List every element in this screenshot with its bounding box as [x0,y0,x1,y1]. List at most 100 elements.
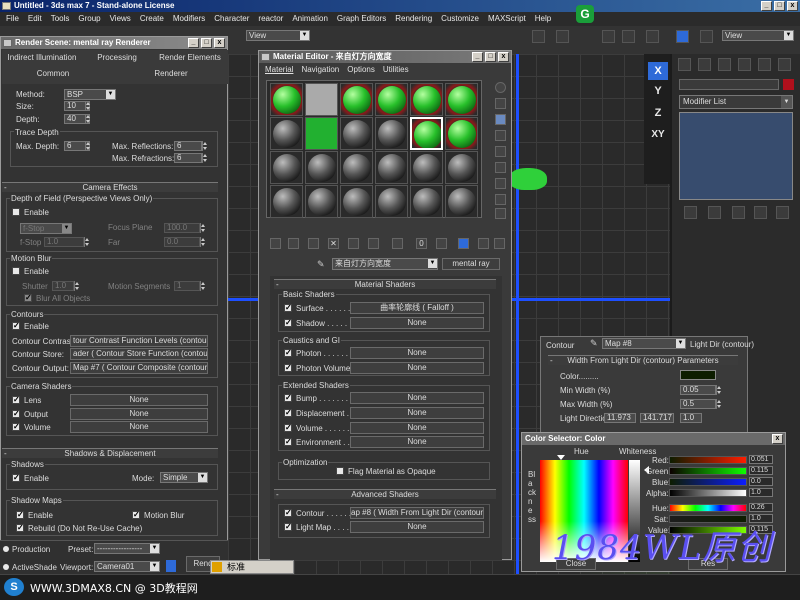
remove-modifier-icon[interactable] [754,206,767,219]
fstop-mode-dropdown[interactable]: f-Stop ▼ [20,223,72,234]
render-close-button[interactable]: x [214,38,225,48]
photon-checkbox[interactable]: ✓ [284,349,292,357]
shutter-spinner[interactable] [74,281,79,291]
axis-y-button[interactable]: Y [648,82,668,100]
menu-help[interactable]: Help [535,12,551,26]
display-tab-icon[interactable] [758,58,771,71]
video-color-check-icon[interactable] [495,146,506,157]
light-map-checkbox[interactable]: ✓ [284,523,292,531]
sample-type-icon[interactable] [495,82,506,93]
menu-file[interactable]: File [6,12,19,26]
light-dir-z-field[interactable]: 1.0 [680,413,702,423]
motion-segments-spinner[interactable] [200,281,205,291]
make-copy-icon[interactable] [348,238,359,249]
view-dropdown-right[interactable]: View ▼ [722,30,794,41]
pick-map-icon[interactable]: ✎ [590,338,600,350]
map-type-button[interactable]: Light Dir (contour) [690,340,754,349]
modifier-stack[interactable] [679,112,793,200]
put-to-library-icon[interactable] [392,238,403,249]
shadows-displacement-rollout[interactable]: - Shadows & Displacement [2,448,218,458]
lens-shader-button[interactable]: None [70,394,208,406]
go-to-parent-icon[interactable] [478,238,489,249]
me-max-button[interactable]: □ [485,52,496,62]
output-shader-button[interactable]: None [70,408,208,420]
toolbar-icon-7[interactable] [700,30,713,43]
max-refractions-field[interactable]: 6 [174,153,202,163]
max-width-field[interactable]: 0.5 [680,399,716,409]
max-width-spinner[interactable] [716,399,721,409]
rebuild-checkbox[interactable]: ✓ [16,524,24,532]
menu-maxscript[interactable]: MAXScript [488,12,526,26]
minimize-button[interactable]: _ [761,1,772,11]
alpha-field[interactable]: 1.0 [749,488,773,497]
volume-me-checkbox[interactable]: ✓ [284,424,292,432]
sm-enable-checkbox[interactable]: ✓ [16,511,24,519]
red-field[interactable]: 0.051 [749,455,773,464]
material-slot[interactable] [375,185,408,218]
make-unique-icon[interactable] [732,206,745,219]
tab-render-elements[interactable]: Render Elements [153,53,227,65]
light-dir-x-field[interactable]: 11.973 [604,413,636,423]
menu-create[interactable]: Create [140,12,164,26]
tab-renderer[interactable]: Renderer [115,69,227,81]
modifier-list-dropdown[interactable]: Modifier List ▼ [679,95,793,109]
blue-field[interactable]: 0.0 [749,477,773,486]
pin-stack-icon[interactable] [684,206,697,219]
flag-opaque-checkbox[interactable] [336,467,344,475]
configure-modifier-sets-icon[interactable] [776,206,789,219]
pick-material-icon[interactable]: ✎ [317,259,331,271]
toolbar-icon-4[interactable] [622,30,635,43]
material-slot[interactable] [270,117,303,150]
render-max-button[interactable]: □ [201,38,212,48]
toolbar-icon-1[interactable] [532,30,545,43]
menu-views[interactable]: Views [110,12,131,26]
me-min-button[interactable]: _ [472,52,483,62]
axis-x-button[interactable]: X [648,62,668,80]
sm-motion-blur-checkbox[interactable]: ✓ [132,511,140,519]
axis-z-button[interactable]: Z [648,104,668,122]
motion-segments-field[interactable]: 1 [174,281,200,291]
axis-xy-button[interactable]: XY [648,126,668,144]
surface-checkbox[interactable]: ✓ [284,304,292,312]
bump-shader-button[interactable]: None [350,392,484,404]
material-slot[interactable] [375,83,408,116]
material-slot[interactable] [375,117,408,150]
material-slot[interactable] [340,185,373,218]
me-close-button[interactable]: x [498,52,509,62]
utilities-tab-icon[interactable] [778,58,791,71]
far-field[interactable]: 0.0 [164,237,200,247]
material-slot[interactable] [340,83,373,116]
menu-group[interactable]: Group [78,12,100,26]
min-width-spinner[interactable] [716,385,721,395]
background-icon[interactable] [495,114,506,125]
material-slot[interactable] [445,151,478,184]
menu-edit[interactable]: Edit [28,12,42,26]
green-slider[interactable] [669,467,747,475]
material-slot[interactable] [305,83,338,116]
material-map-navigator-icon[interactable] [495,208,506,219]
contour-output-button[interactable]: Map #7 ( Contour Composite (contour) ] [70,362,208,374]
sample-uv-tiling-icon[interactable] [495,130,506,141]
options-icon[interactable] [495,178,506,189]
toolbar-icon-6[interactable] [676,30,689,43]
show-end-result-icon[interactable] [708,206,721,219]
material-slot[interactable] [375,151,408,184]
shadow-shader-button[interactable]: None [350,317,484,329]
hue-slider[interactable] [669,504,747,512]
displacement-shader-button[interactable]: None [350,407,484,419]
put-to-scene-icon[interactable] [288,238,299,249]
hue-field[interactable]: 0.26 [749,503,773,512]
view-dropdown-left[interactable]: View ▼ [246,30,310,41]
far-spinner[interactable] [200,237,205,247]
green-g-icon[interactable]: G [576,5,594,23]
min-width-field[interactable]: 0.05 [680,385,716,395]
show-end-result-icon[interactable] [458,238,469,249]
shadow-checkbox[interactable]: ✓ [284,319,292,327]
menu-graph-editors[interactable]: Graph Editors [337,12,386,26]
map-color-swatch[interactable] [680,370,716,380]
material-slot[interactable] [340,117,373,150]
photon-volume-checkbox[interactable]: ✓ [284,364,292,372]
volume-checkbox[interactable]: ✓ [12,423,20,431]
menu-customize[interactable]: Customize [441,12,479,26]
volume-shader-button[interactable]: None [70,421,208,433]
